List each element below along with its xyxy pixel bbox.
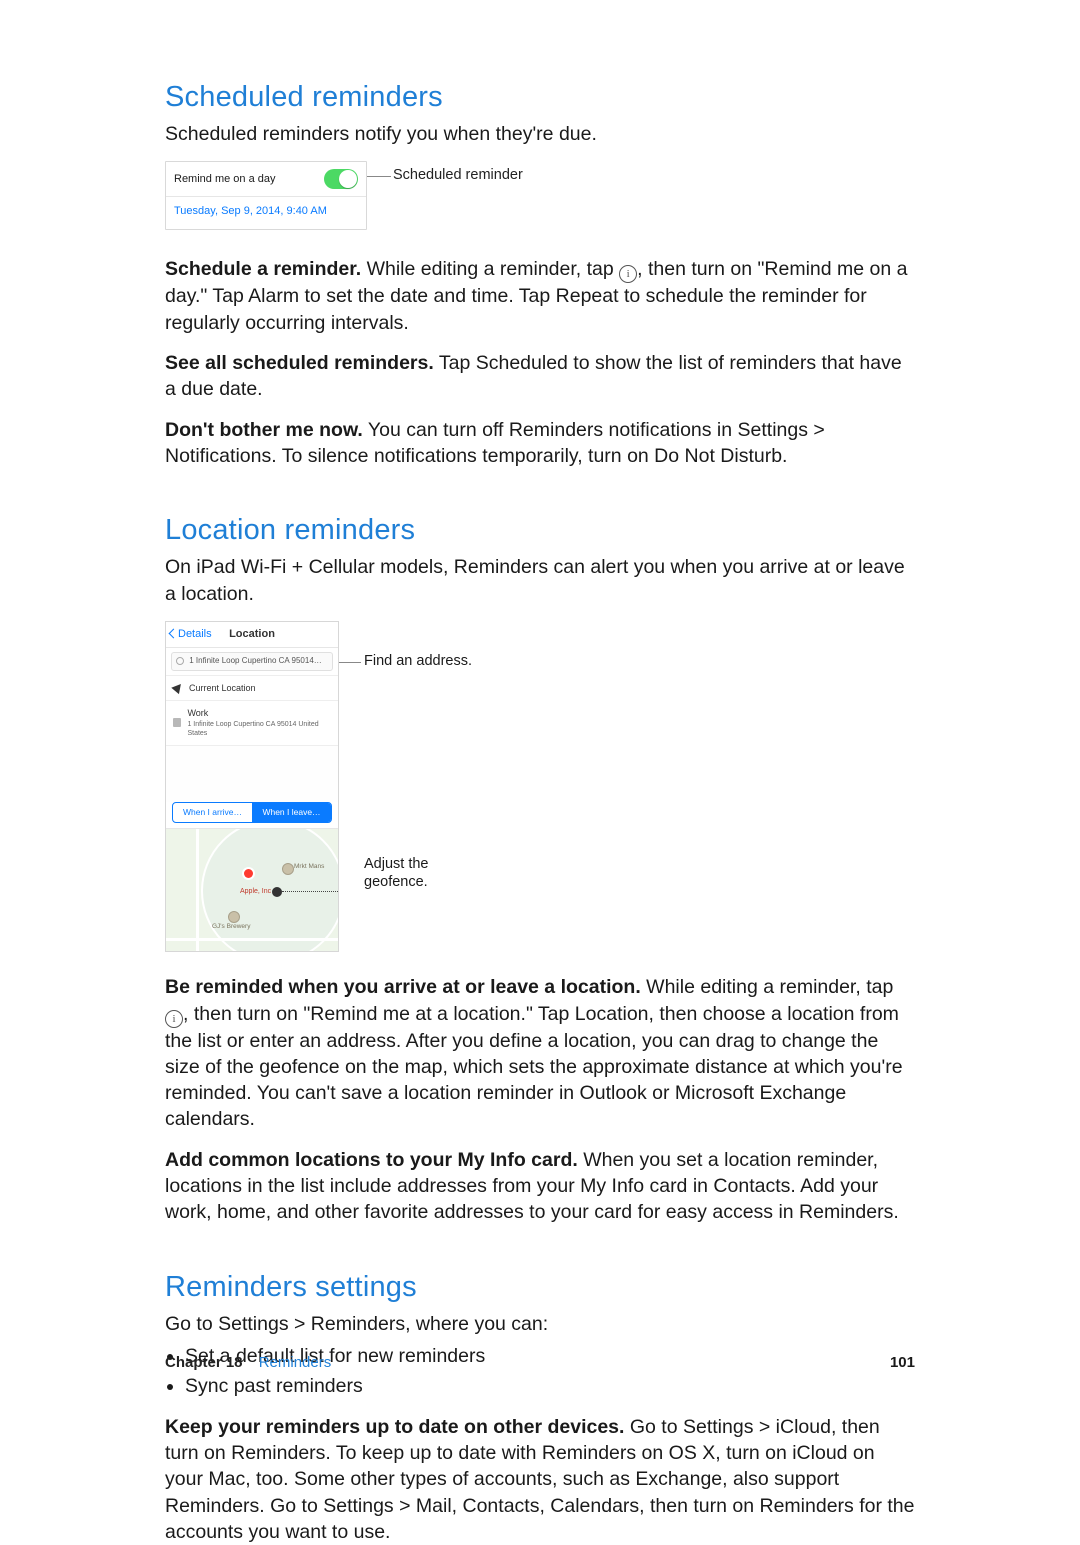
location-arrow-icon (171, 681, 184, 694)
remind-on-day-label: Remind me on a day (174, 172, 276, 187)
work-location-item[interactable]: Work 1 Infinite Loop Cupertino CA 95014 … (166, 700, 338, 745)
chevron-left-icon (170, 628, 178, 640)
back-button[interactable]: Details (170, 627, 212, 642)
page: Scheduled reminders Scheduled reminders … (0, 0, 1080, 1431)
list-item: Sync past reminders (185, 1373, 915, 1399)
scheduled-p3: Don't bother me now. You can turn off Re… (165, 417, 915, 470)
callout-text: Scheduled reminder (393, 167, 523, 184)
chapter-name: Reminders (259, 1354, 332, 1371)
scheduled-p1-bold: Schedule a reminder. (165, 258, 361, 280)
location-search-field[interactable]: 1 Infinite Loop Cupertino CA 95014… (171, 652, 333, 671)
callout-text: Adjust the geofence. (364, 856, 429, 891)
callout-scheduled-reminder: Scheduled reminder (367, 167, 523, 184)
chapter-label: Chapter 18 (165, 1354, 243, 1371)
building-icon (173, 718, 181, 727)
location-intro: On iPad Wi-Fi + Cellular models, Reminde… (165, 554, 915, 607)
figure-scheduled-reminder: Remind me on a day Tuesday, Sep 9, 2014,… (165, 161, 915, 230)
location-title: Location (229, 627, 275, 642)
leader-line (339, 662, 361, 663)
map-poi-label: GJ's Brewery (212, 923, 250, 932)
current-location-item[interactable]: Current Location (166, 675, 338, 700)
remind-on-day-toggle[interactable] (324, 169, 358, 189)
location-screen: Details Location 1 Infinite Loop Cuperti… (165, 621, 339, 952)
map-road (166, 938, 338, 941)
page-footer: Chapter 18 Reminders 101 (165, 1353, 915, 1373)
location-p1: Be reminded when you arrive at or leave … (165, 974, 915, 1133)
scheduled-p1: Schedule a reminder. While editing a rem… (165, 256, 915, 336)
callout-adjust-geofence: Adjust the geofence. (339, 856, 472, 891)
map-road (196, 829, 199, 951)
leader-line (282, 891, 338, 893)
map-pin-icon (244, 869, 253, 878)
search-text: 1 Infinite Loop Cupertino CA 95014… (189, 656, 322, 665)
info-icon (619, 265, 637, 283)
leader-line (367, 176, 391, 177)
callout-find-address: Find an address. (339, 653, 472, 670)
section-title-settings: Reminders settings (165, 1268, 915, 1307)
location-p2: Add common locations to your My Info car… (165, 1147, 915, 1226)
geofence-handle[interactable] (272, 887, 282, 897)
geofence-map[interactable]: Mrkt Mans GJ's Brewery Apple, Inc (166, 828, 338, 951)
map-poi-icon (228, 911, 240, 923)
settings-intro: Go to Settings > Reminders, where you ca… (165, 1311, 915, 1337)
reminder-date-row[interactable]: Tuesday, Sep 9, 2014, 9:40 AM (166, 197, 366, 229)
scheduled-p2: See all scheduled reminders. Tap Schedul… (165, 350, 915, 403)
page-number: 101 (890, 1353, 915, 1373)
section-title-location: Location reminders (165, 511, 915, 550)
map-poi-label: Mrkt Mans (294, 863, 324, 872)
location-callouts: Find an address. Adjust the geofence. (339, 621, 472, 891)
map-pin-label: Apple, Inc (240, 887, 271, 896)
scheduled-intro: Scheduled reminders notify you when they… (165, 121, 915, 147)
reminder-details-card: Remind me on a day Tuesday, Sep 9, 2014,… (165, 161, 367, 230)
map-poi-icon (282, 863, 294, 875)
location-navbar: Details Location (166, 622, 338, 648)
callout-text: Find an address. (364, 653, 472, 670)
segment-leave[interactable]: When I leave… (252, 803, 331, 822)
segment-arrive[interactable]: When I arrive… (173, 803, 252, 822)
section-title-scheduled: Scheduled reminders (165, 78, 915, 117)
settings-p1: Keep your reminders up to date on other … (165, 1414, 915, 1545)
figure-location-reminder: Details Location 1 Infinite Loop Cuperti… (165, 621, 915, 952)
remind-on-day-row: Remind me on a day (166, 162, 366, 197)
info-icon (165, 1010, 183, 1028)
arrive-leave-segmented[interactable]: When I arrive… When I leave… (172, 802, 332, 823)
list-gap (166, 745, 338, 802)
